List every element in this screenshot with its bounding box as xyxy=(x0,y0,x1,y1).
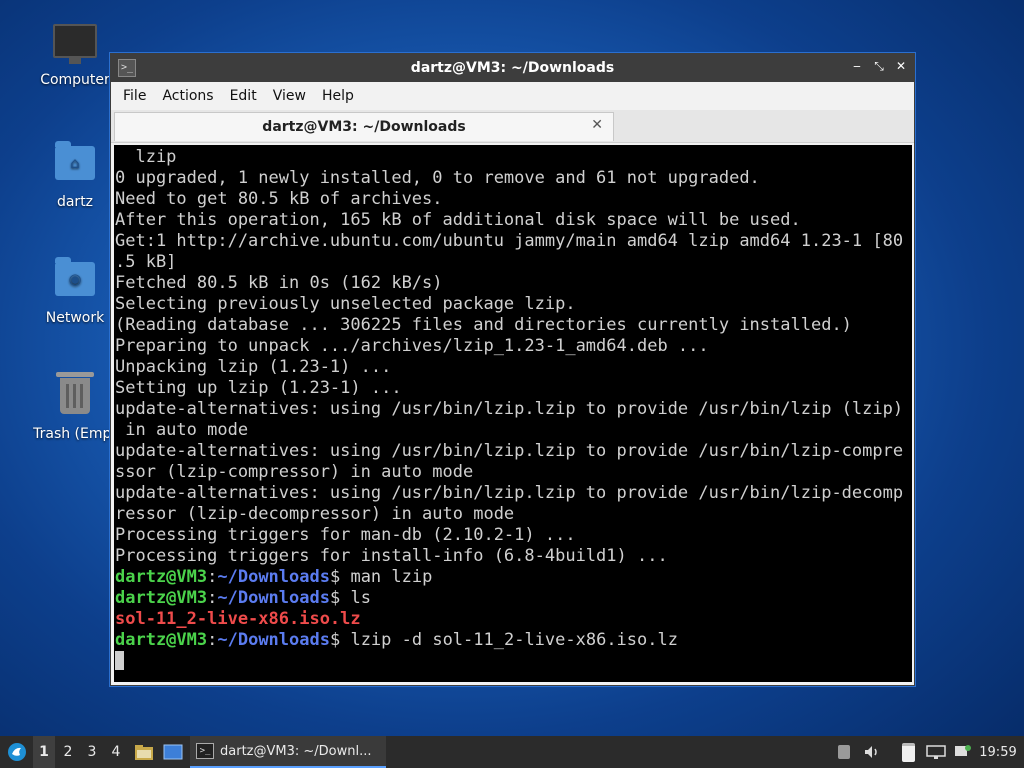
tab-bar: dartz@VM3: ~/Downloads ✕ xyxy=(111,110,914,143)
terminal-line: .5 kB] xyxy=(115,252,177,272)
ls-result-file: sol-11_2-live-x86.iso.lz xyxy=(115,609,361,629)
terminal-line: update-alternatives: using /usr/bin/lzip… xyxy=(115,399,904,419)
prompt-line: dartz@VM3:~/Downloads$ lzip -d sol-11_2-… xyxy=(115,630,678,650)
workspace-2-button[interactable]: 2 xyxy=(57,736,79,768)
command-text: ls xyxy=(340,588,371,608)
clock[interactable]: 19:59 xyxy=(978,736,1018,768)
terminal-line: update-alternatives: using /usr/bin/lzip… xyxy=(115,483,904,503)
tab-label: dartz@VM3: ~/Downloads xyxy=(262,119,466,135)
clipboard-icon[interactable] xyxy=(896,736,920,768)
network-icon[interactable] xyxy=(922,736,950,768)
menu-bar: File Actions Edit View Help xyxy=(111,82,914,110)
terminal-line: Fetched 80.5 kB in 0s (162 kB/s) xyxy=(115,273,443,293)
terminal-line: in auto mode xyxy=(115,420,249,440)
command-text: lzip -d sol-11_2-live-x86.iso.lz xyxy=(340,630,678,650)
command-text: man lzip xyxy=(340,567,433,587)
terminal-line: Unpacking lzip (1.23-1) ... xyxy=(115,357,392,377)
window-title: dartz@VM3: ~/Downloads xyxy=(410,60,615,76)
menu-edit[interactable]: Edit xyxy=(222,88,265,104)
window-titlebar[interactable]: >_ dartz@VM3: ~/Downloads ‒ ⤡ ✕ xyxy=(111,54,914,82)
updates-icon[interactable] xyxy=(834,736,854,768)
menu-help[interactable]: Help xyxy=(314,88,362,104)
trash-icon xyxy=(53,372,97,422)
terminal-line: After this operation, 165 kB of addition… xyxy=(115,210,801,230)
workspace-4-button[interactable]: 4 xyxy=(105,736,127,768)
terminal-line: 0 upgraded, 1 newly installed, 0 to remo… xyxy=(115,168,760,188)
home-folder-icon: ⌂ xyxy=(53,141,97,190)
notification-icon[interactable] xyxy=(952,736,974,768)
terminal-line: Setting up lzip (1.23-1) ... xyxy=(115,378,402,398)
taskbar: 1 2 3 4 >_ dartz@VM3: ~/Downl... 19:59 xyxy=(0,736,1024,768)
terminal-line: Need to get 80.5 kB of archives. xyxy=(115,189,443,209)
computer-icon xyxy=(53,24,97,68)
terminal-line: Preparing to unpack .../archives/lzip_1.… xyxy=(115,336,709,356)
terminal-line: ssor (lzip-compressor) in auto mode xyxy=(115,462,474,482)
maximize-button[interactable]: ⤡ xyxy=(872,59,886,74)
tab-close-icon[interactable]: ✕ xyxy=(591,117,603,133)
terminal-line: Processing triggers for man-db (2.10.2-1… xyxy=(115,525,576,545)
menu-actions[interactable]: Actions xyxy=(154,88,221,104)
terminal-cursor xyxy=(115,651,124,670)
prompt-line: dartz@VM3:~/Downloads$ ls xyxy=(115,588,371,608)
terminal-line: Selecting previously unselected package … xyxy=(115,294,576,314)
workspace-3-button[interactable]: 3 xyxy=(81,736,103,768)
app-menu-icon xyxy=(8,743,26,761)
desktop-icon xyxy=(163,744,183,760)
prompt-line: dartz@VM3:~/Downloads$ man lzip xyxy=(115,567,433,587)
terminal-icon: >_ xyxy=(196,743,214,759)
workspace-1-button[interactable]: 1 xyxy=(33,736,55,768)
show-desktop-button[interactable] xyxy=(160,736,186,768)
terminal-line: Get:1 http://archive.ubuntu.com/ubuntu j… xyxy=(115,231,904,251)
task-label: dartz@VM3: ~/Downl... xyxy=(220,743,372,759)
close-button[interactable]: ✕ xyxy=(894,59,908,74)
terminal-line: ressor (lzip-decompressor) in auto mode xyxy=(115,504,515,524)
terminal-line: lzip xyxy=(115,147,177,167)
file-manager-icon xyxy=(135,745,153,760)
tab-terminal[interactable]: dartz@VM3: ~/Downloads ✕ xyxy=(114,112,614,141)
menu-file[interactable]: File xyxy=(115,88,154,104)
taskbar-task-terminal[interactable]: >_ dartz@VM3: ~/Downl... xyxy=(190,736,386,768)
terminal-output-lines: lzip 0 upgraded, 1 newly installed, 0 to… xyxy=(115,147,903,566)
terminal-line: update-alternatives: using /usr/bin/lzip… xyxy=(115,441,904,461)
menu-view[interactable]: View xyxy=(265,88,314,104)
minimize-button[interactable]: ‒ xyxy=(850,59,864,74)
network-folder-icon: ◉ xyxy=(53,257,97,306)
start-menu-button[interactable] xyxy=(4,736,30,768)
volume-icon[interactable] xyxy=(860,736,884,768)
terminal-line: Processing triggers for install-info (6.… xyxy=(115,546,668,566)
file-manager-launcher[interactable] xyxy=(132,736,156,768)
terminal-output[interactable]: lzip 0 upgraded, 1 newly installed, 0 to… xyxy=(114,145,912,682)
terminal-window: >_ dartz@VM3: ~/Downloads ‒ ⤡ ✕ File Act… xyxy=(110,53,915,686)
terminal-line: (Reading database ... 306225 files and d… xyxy=(115,315,852,335)
